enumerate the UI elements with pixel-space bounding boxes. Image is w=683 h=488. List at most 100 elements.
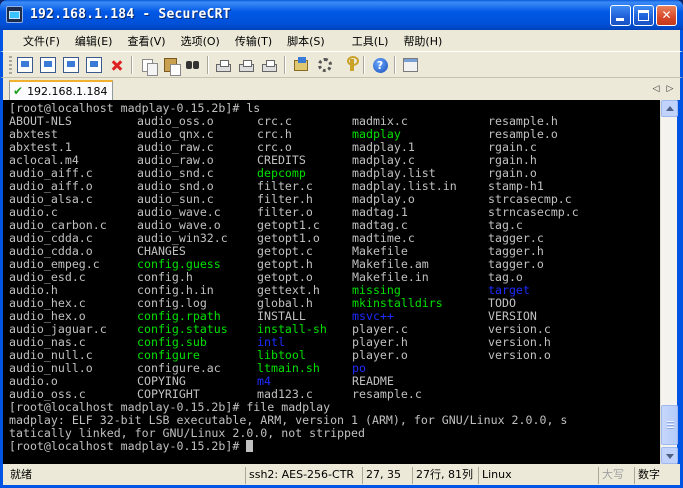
connect-in-tab-icon <box>63 57 79 73</box>
menu-transfer[interactable]: 传输(T) <box>229 31 278 51</box>
print-icon <box>238 59 254 72</box>
maximize-icon <box>638 10 649 21</box>
menu-edit[interactable]: 编辑(E) <box>69 31 119 51</box>
status-num-lock: 数字 <box>634 467 680 484</box>
connect-icon <box>17 57 33 73</box>
terminal-screen[interactable]: [root@localhost madplay-0.15.2b]# ls ABO… <box>3 100 660 464</box>
global-options-button[interactable] <box>316 56 334 74</box>
toolbar-separator <box>363 56 365 74</box>
minimize-button[interactable] <box>610 5 631 26</box>
toolbar-separator <box>394 56 396 74</box>
ls-row: ABOUT-NLS audio_oss.o crc.c madmix.c resampl… <box>9 115 660 128</box>
status-caps-lock: 大写 <box>598 467 634 484</box>
tab-scroll-right-button[interactable]: ▷ <box>664 82 676 96</box>
session-options-button[interactable] <box>292 56 310 74</box>
print-screen-icon <box>261 59 277 72</box>
ls-row: audio_aiff.c audio_snd.c depcomp madplay.li… <box>9 167 660 180</box>
ls-row: audio_null.c configure libtool player.o vers… <box>9 349 660 362</box>
print-setup-icon <box>215 59 231 72</box>
paste-icon <box>163 58 181 76</box>
scroll-down-button[interactable] <box>661 447 678 464</box>
toolbar-separator <box>207 56 209 74</box>
ls-output: ABOUT-NLS audio_oss.o crc.c madmix.c resampl… <box>9 115 660 401</box>
find-icon <box>185 57 201 73</box>
ls-row: audio_empeg.c config.guess getopt.h Makefil… <box>9 258 660 271</box>
terminal-line-prompt-ls: [root@localhost madplay-0.15.2b]# ls <box>9 101 261 115</box>
help-icon: ? <box>372 57 388 73</box>
ls-row: audio.o COPYING m4 README <box>9 375 660 388</box>
terminal-prompt: [root@localhost madplay-0.15.2b]# <box>9 439 247 453</box>
tab-scroll-left-button[interactable]: ◁ <box>650 82 662 96</box>
securecrt-app-icon[interactable] <box>6 6 23 23</box>
terminal-cursor <box>246 440 254 452</box>
menu-help[interactable]: 帮助(H) <box>397 31 448 51</box>
tab-scroll-left-icon: ◁ <box>652 84 660 94</box>
menu-view[interactable]: 查看(V) <box>121 31 171 51</box>
status-bar: 就绪 ssh2: AES-256-CTR 27, 35 27行, 81列 Lin… <box>0 464 683 488</box>
reconnect-button[interactable] <box>85 56 103 74</box>
status-rows-cols: 27行, 81列 <box>412 467 478 484</box>
quick-connect-icon <box>40 57 56 73</box>
toolbar-separator <box>284 56 286 74</box>
ls-entry-file: resample.c <box>352 387 422 401</box>
menu-tools[interactable]: 工具(L) <box>346 31 395 51</box>
copy-icon <box>141 58 158 76</box>
tab-scroll-right-icon: ▷ <box>666 84 674 94</box>
help-button[interactable]: ? <box>371 56 389 74</box>
session-options-icon <box>294 56 308 71</box>
print-screen-button[interactable] <box>260 56 278 74</box>
minimize-icon <box>616 18 624 21</box>
menu-bar: 文件(F) 编辑(E) 查看(V) 选项(O) 传输(T) 脚本(S) 工具(L… <box>0 30 683 51</box>
menu-file[interactable]: 文件(F) <box>17 31 66 51</box>
connect-in-tab-button[interactable] <box>62 56 80 74</box>
close-button[interactable]: ✕ <box>656 5 677 26</box>
ls-row: audio_nas.c config.sub intl player.h version… <box>9 336 660 349</box>
scroll-up-button[interactable] <box>661 100 678 117</box>
menu-options[interactable]: 选项(O) <box>175 31 226 51</box>
menu-script[interactable]: 脚本(S) <box>281 31 331 51</box>
ls-row: audio_carbon.c audio_wave.o getopt1.c madta… <box>9 219 660 232</box>
window-button[interactable] <box>401 56 419 74</box>
scrollbar-grip-icon <box>667 421 674 430</box>
scroll-down-icon <box>666 454 674 459</box>
session-tab[interactable]: ✔ 192.168.1.184 <box>9 80 113 100</box>
session-tab-bar: ✔ 192.168.1.184 ◁ ▷ <box>0 78 683 100</box>
ls-row: audio_cdda.c audio_win32.c getopt1.o madtim… <box>9 232 660 245</box>
connect-button[interactable] <box>16 56 34 74</box>
window-title: 192.168.1.184 - SecureCRT <box>30 7 231 22</box>
ls-row: aclocal.m4 audio_raw.o CREDITS madplay.c rga… <box>9 154 660 167</box>
maximize-button[interactable] <box>633 5 654 26</box>
global-options-icon <box>318 58 332 72</box>
title-bar[interactable]: 192.168.1.184 - SecureCRT ✕ <box>0 0 683 30</box>
ls-entry-file: version.o <box>488 348 551 362</box>
ls-row: abxtest audio_qnx.c crc.h madplay resample.o <box>9 128 660 141</box>
ls-row: audio_null.o configure.ac ltmain.sh po <box>9 362 660 375</box>
scrollbar-thumb[interactable] <box>661 405 678 445</box>
disconnect-icon <box>109 57 125 73</box>
toolbar-grip[interactable] <box>9 56 12 74</box>
window-icon <box>402 58 418 72</box>
toolbar: ? <box>0 51 683 78</box>
print-setup-button[interactable] <box>214 56 232 74</box>
terminal-scrollbar[interactable] <box>660 100 678 464</box>
ls-row: audio_esd.c config.h getopt.o Makefile.in ta… <box>9 271 660 284</box>
ls-row: audio_cdda.o CHANGES getopt.c Makefile tagge… <box>9 245 660 258</box>
ls-row: audio.h config.h.in gettext.h missing target <box>9 284 660 297</box>
scroll-up-icon <box>666 106 674 111</box>
keymap-button[interactable] <box>340 56 359 74</box>
paste-button[interactable] <box>161 56 181 76</box>
keymap-icon <box>347 56 359 71</box>
status-ready: 就绪 <box>10 468 32 481</box>
ls-row: abxtest.1 audio_raw.c crc.o madplay.1 rgain.… <box>9 141 660 154</box>
status-terminal-type: Linux <box>478 467 598 484</box>
ls-row: audio_hex.c config.log global.h mkinstalldi… <box>9 297 660 310</box>
print-button[interactable] <box>237 56 255 74</box>
connected-check-icon: ✔ <box>13 84 24 98</box>
close-icon: ✕ <box>661 8 672 22</box>
terminal-line-prompt-final: [root@localhost madplay-0.15.2b]# <box>9 440 660 453</box>
quick-connect-button[interactable] <box>39 56 57 74</box>
status-cursor-position: 27, 35 <box>362 467 412 484</box>
copy-button[interactable] <box>138 56 158 76</box>
find-button[interactable] <box>184 56 202 74</box>
disconnect-button[interactable] <box>108 56 126 74</box>
